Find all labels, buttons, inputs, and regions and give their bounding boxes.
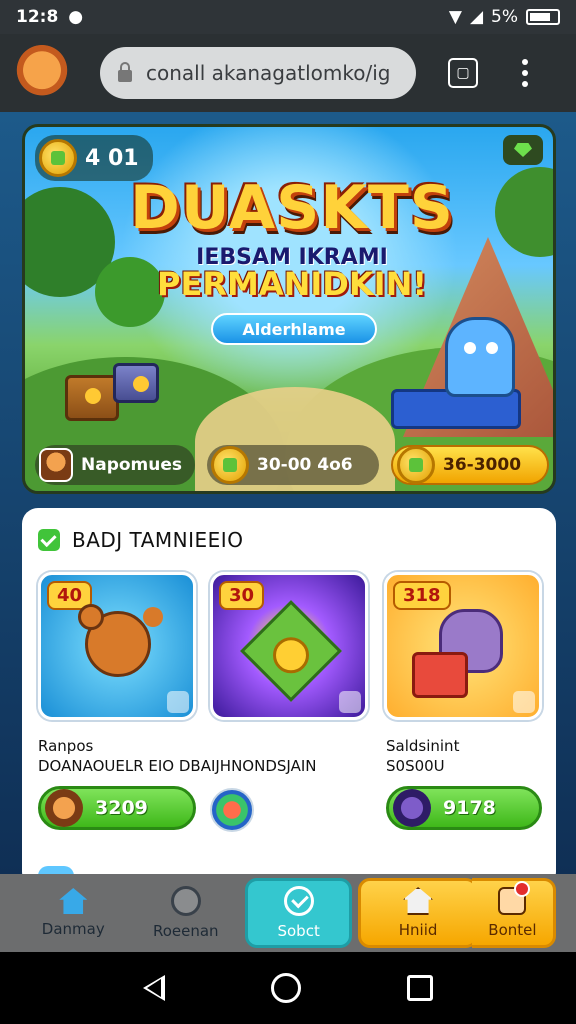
lock-icon — [118, 62, 132, 82]
left-meta-desc: DOANAOUELR EIO DBAIJHNONDSJAIN — [38, 757, 317, 775]
right-meta-title: Saldsinint — [386, 737, 460, 755]
left-meta-title: Ranpos — [38, 737, 94, 755]
battery-percent: 5% — [491, 7, 518, 27]
card-badge: 318 — [393, 581, 451, 610]
game-mini-icon[interactable] — [210, 788, 254, 832]
hero-banner[interactable]: 4 01 DUASKTS IEBSAM IKRAMI PERMANIDKIN! … — [22, 124, 556, 494]
hero-subtitle-2: PERMANIDKIN! — [157, 265, 427, 303]
gem-icon — [514, 143, 532, 157]
puzzle-blocks-icon — [240, 600, 342, 702]
price-value: 9178 — [443, 797, 496, 819]
nav-item-house[interactable]: Hniid — [358, 878, 478, 948]
treasure-chest-icon — [113, 363, 159, 403]
card-badge: 30 — [219, 581, 265, 610]
coin-icon — [39, 139, 77, 177]
page-content: 4 01 DUASKTS IEBSAM IKRAMI PERMANIDKIN! … — [0, 112, 576, 888]
tab-switcher-button[interactable]: ▢ — [448, 58, 478, 88]
monster-character-icon — [412, 609, 503, 698]
bear-character-icon — [78, 604, 151, 677]
price-value: 3209 — [95, 797, 148, 819]
home-icon — [59, 888, 88, 914]
right-meta-desc: S0S00U — [386, 757, 445, 775]
right-card-meta: Saldsinint S0S00U — [386, 736, 459, 776]
reward-coin-icon — [397, 446, 435, 484]
puzzle-icon — [498, 881, 531, 915]
bear-avatar-icon — [45, 789, 83, 827]
score-coin-icon — [211, 446, 249, 484]
coin-count: 4 01 — [85, 145, 139, 171]
hero-stats: Napomues 30-00 4o6 36-3000 — [35, 445, 549, 485]
battery-icon — [526, 9, 560, 25]
recent-apps-icon[interactable] — [407, 975, 433, 1001]
expand-icon[interactable] — [339, 691, 361, 713]
section-header: BADJ TAMNIEEIO — [38, 528, 243, 552]
hero-cta-button[interactable]: Alderhlame — [211, 313, 377, 345]
nav-item-select[interactable]: Sobct — [245, 878, 353, 948]
player-chip[interactable]: Napomues — [35, 445, 195, 485]
player-name: Napomues — [81, 455, 183, 475]
site-logo[interactable] — [14, 45, 70, 101]
status-bar: 12:8 ● ▼ ◢ 5% — [0, 0, 576, 34]
nav-label: Bontel — [488, 921, 537, 939]
price-button[interactable]: 3209 — [38, 786, 196, 830]
player-avatar — [39, 448, 73, 482]
reward-amount: 36-3000 — [443, 455, 522, 475]
check-circle-icon — [283, 886, 314, 916]
nav-label: Sobct — [277, 922, 320, 940]
home-button-icon[interactable] — [271, 973, 301, 1003]
treasure-chest-icon — [65, 375, 119, 421]
status-right: ▼ ◢ 5% — [449, 7, 560, 27]
wifi-icon: ▼ — [448, 7, 462, 27]
robot-mascot-icon — [445, 317, 515, 397]
hero-title: DUASKTS — [130, 173, 454, 243]
nav-label: Roeenan — [152, 922, 219, 940]
browser-toolbar: conall akanagatlomko/ig ▢ — [0, 34, 576, 112]
nav-label: Hniid — [398, 921, 438, 939]
expand-icon[interactable] — [167, 691, 189, 713]
notification-icon: ● — [68, 7, 84, 27]
reward-chip[interactable]: 36-3000 — [391, 445, 549, 485]
nav-label: Danmay — [41, 920, 105, 938]
back-icon[interactable] — [143, 975, 165, 1001]
nav-item-puzzle[interactable]: Bontel — [471, 878, 557, 948]
expand-icon[interactable] — [513, 691, 535, 713]
left-card-meta: Ranpos DOANAOUELR EIO DBAIJHNONDSJAIN — [38, 736, 316, 776]
nav-item-rewards[interactable]: Roeenan — [133, 878, 240, 948]
game-card[interactable]: 40 — [38, 572, 196, 720]
medal-icon — [170, 886, 201, 916]
status-time: 12:8 — [16, 7, 59, 27]
gem-button[interactable] — [503, 135, 543, 165]
system-navigation-bar — [0, 952, 576, 1024]
section-title: BADJ TAMNIEEIO — [72, 528, 244, 552]
house-icon — [403, 887, 434, 915]
tab-switcher-icon: ▢ — [456, 65, 470, 81]
check-icon — [38, 529, 60, 551]
score-chip[interactable]: 30-00 4o6 — [207, 445, 379, 485]
player-score: 30-00 4o6 — [257, 455, 353, 475]
monster-avatar-icon — [393, 789, 431, 827]
price-button[interactable]: 9178 — [386, 786, 542, 830]
address-bar[interactable]: conall akanagatlomko/ig — [100, 47, 416, 99]
bottom-navigation: Danmay Roeenan Sobct Hniid Bontel — [0, 874, 576, 952]
url-text: conall akanagatlomko/ig — [146, 61, 391, 85]
game-card[interactable]: 30 — [210, 572, 368, 720]
nav-item-home[interactable]: Danmay — [20, 878, 127, 948]
overflow-menu-button[interactable] — [522, 59, 528, 87]
game-card[interactable]: 318 — [384, 572, 542, 720]
signal-icon: ◢ — [469, 7, 484, 27]
games-panel: BADJ TAMNIEEIO 40 30 318 Ranpos DOANAOUE… — [22, 508, 556, 888]
